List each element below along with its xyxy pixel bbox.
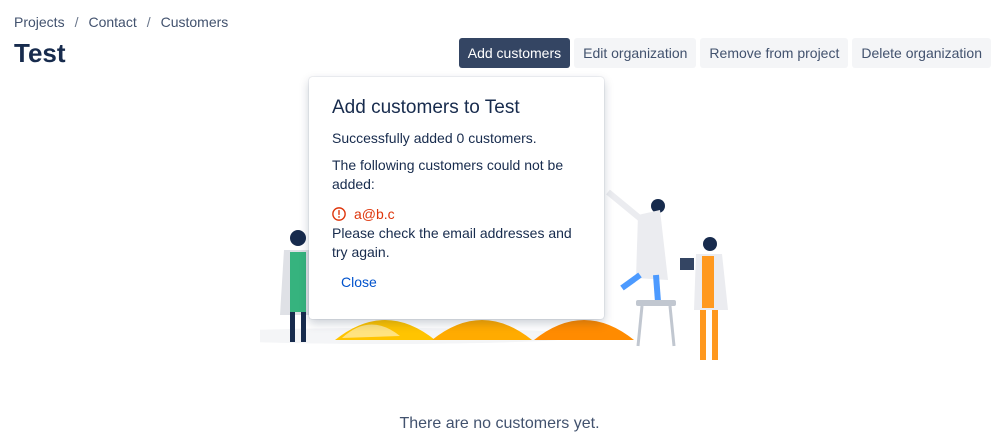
remove-from-project-button[interactable]: Remove from project xyxy=(700,38,849,68)
failure-message: The following customers could not be add… xyxy=(332,157,564,192)
breadcrumb-separator: / xyxy=(146,14,151,30)
check-email-message: Please check the email addresses and try… xyxy=(332,225,572,260)
breadcrumb: Projects / Contact / Customers xyxy=(14,14,228,30)
failed-customer-row: a@b.c xyxy=(332,206,582,222)
action-toolbar: Add customers Edit organization Remove f… xyxy=(458,38,991,68)
breadcrumb-separator: / xyxy=(74,14,79,30)
man-figure-right xyxy=(680,237,728,360)
edit-organization-button[interactable]: Edit organization xyxy=(574,38,697,68)
breadcrumb-customers[interactable]: Customers xyxy=(161,14,229,30)
success-message: Successfully added 0 customers. xyxy=(332,130,537,146)
close-button[interactable]: Close xyxy=(341,274,377,290)
add-customers-button[interactable]: Add customers xyxy=(458,38,571,68)
scientist-figure xyxy=(606,189,676,347)
failed-email: a@b.c xyxy=(354,206,395,222)
breadcrumb-projects[interactable]: Projects xyxy=(14,14,65,30)
page-title: Test xyxy=(14,38,66,68)
dialog-title: Add customers to Test xyxy=(332,97,520,118)
breadcrumb-contact[interactable]: Contact xyxy=(88,14,136,30)
error-icon xyxy=(332,207,346,221)
add-customers-dialog: Add customers to Test Successfully added… xyxy=(309,77,604,319)
delete-organization-button[interactable]: Delete organization xyxy=(852,38,991,68)
empty-state-text: There are no customers yet. xyxy=(399,415,600,432)
